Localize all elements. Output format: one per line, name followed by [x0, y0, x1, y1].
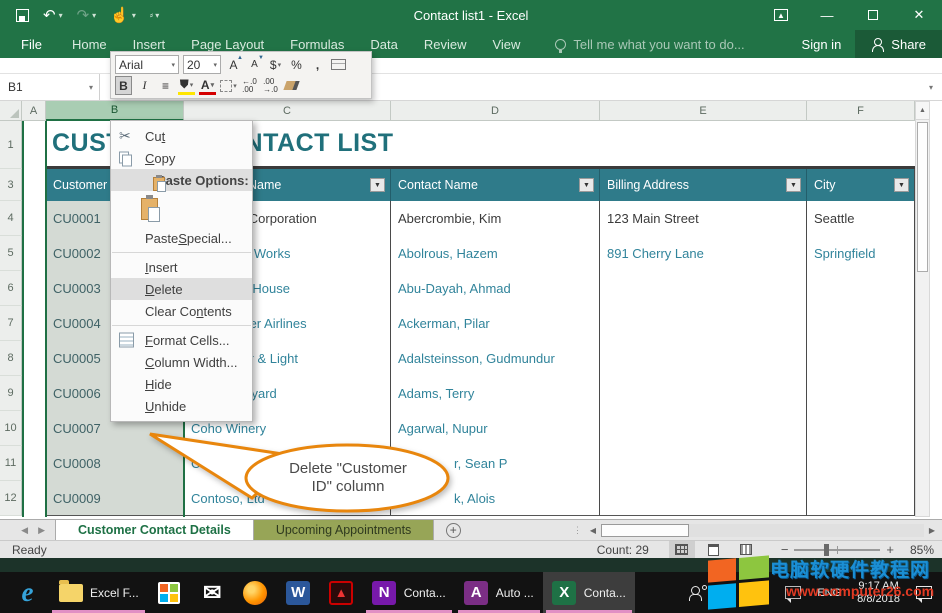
- menu-separator: [112, 252, 251, 253]
- font-name-select[interactable]: Arial▾: [115, 55, 179, 74]
- menu-item-clear-contents[interactable]: Clear Contents: [111, 300, 252, 322]
- menu-item-column-width[interactable]: Column Width...: [111, 351, 252, 373]
- font-size-select[interactable]: 20▾: [183, 55, 221, 74]
- cut-icon: [119, 128, 131, 145]
- italic-button[interactable]: I: [136, 76, 153, 95]
- center-align-button[interactable]: ≡: [157, 76, 174, 95]
- menu-item-delete[interactable]: Delete: [111, 278, 252, 300]
- accounting-format-button[interactable]: $▾: [267, 55, 284, 74]
- mini-toolbar: Arial▾ 20▾ A A $▾ % , B I ≡ ⛊▾ A▾ ▾ ←.0.…: [110, 51, 372, 99]
- format-cells-icon: [119, 333, 134, 348]
- menu-item-hide[interactable]: Hide: [111, 373, 252, 395]
- paste-icon: [153, 177, 165, 191]
- copy-icon: [119, 152, 130, 165]
- menu-item-copy[interactable]: Copy: [111, 147, 252, 169]
- font-color-button[interactable]: A▾: [199, 76, 216, 95]
- increase-font-size-button[interactable]: A: [225, 55, 242, 74]
- menu-item-format-cells[interactable]: Format Cells...: [111, 329, 252, 351]
- format-painter-icon[interactable]: [283, 76, 300, 95]
- menu-item-cut[interactable]: Cut: [111, 125, 252, 147]
- menu-item-unhide[interactable]: Unhide: [111, 395, 252, 417]
- paste-icon: [141, 198, 158, 220]
- decrease-font-size-button[interactable]: A: [246, 55, 263, 74]
- callout-text: Delete "Customer ID" column: [262, 460, 434, 496]
- menu-item-paste-special[interactable]: Paste Special...: [111, 227, 252, 249]
- fill-color-button[interactable]: ⛊▾: [178, 76, 195, 95]
- menu-item-paste-keep-source-formatting[interactable]: [111, 191, 252, 227]
- menu-item-insert[interactable]: Insert: [111, 256, 252, 278]
- comma-style-button[interactable]: ,: [309, 55, 326, 74]
- menu-separator: [112, 325, 251, 326]
- percent-style-button[interactable]: %: [288, 55, 305, 74]
- excel-window: ↶▾ ↷▾ ☝▾ ⸗▾ Contact list1 - Excel ▲ — ✕ …: [0, 0, 942, 613]
- menu-item-paste-options[interactable]: Paste Options:: [111, 169, 252, 191]
- increase-decimal-button[interactable]: ←.0.00: [241, 76, 258, 95]
- context-menu: CutCopyPaste Options: Paste Special... Ins…: [110, 120, 253, 422]
- bold-button[interactable]: B: [115, 76, 132, 95]
- merge-center-icon[interactable]: [330, 55, 347, 74]
- decrease-decimal-button[interactable]: .00→.0: [262, 76, 279, 95]
- borders-button[interactable]: ▾: [220, 76, 237, 95]
